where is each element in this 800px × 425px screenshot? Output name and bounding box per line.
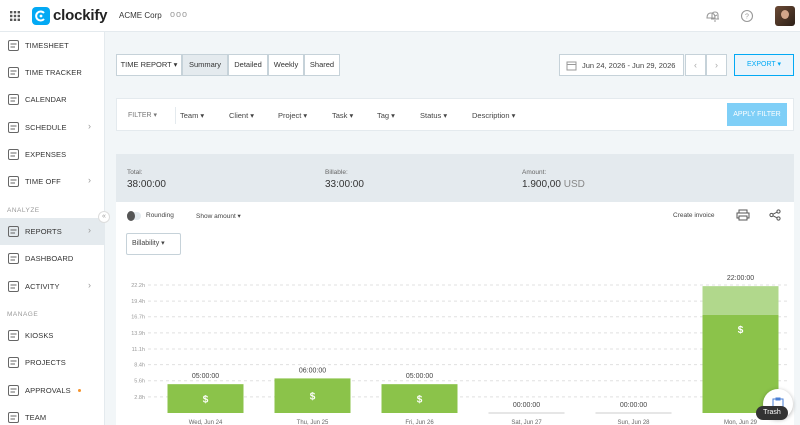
x-category-label: Thu, Jun 25 (297, 420, 329, 425)
y-tick-label: 22.2h (131, 283, 145, 289)
bar-value-label: 06:00:00 (299, 367, 326, 374)
dollar-icon: $ (310, 392, 316, 403)
bar-value-label: 22:00:00 (727, 275, 754, 282)
bar-non-billable[interactable] (702, 286, 779, 315)
y-tick-label: 19.4h (131, 299, 145, 305)
x-category-label: Sat, Jun 27 (511, 420, 542, 425)
y-tick-label: 16.7h (131, 315, 145, 321)
x-category-label: Sun, Jun 28 (617, 420, 650, 425)
x-category-label: Wed, Jun 24 (189, 420, 223, 425)
collapse-sidebar-icon[interactable]: « (98, 211, 110, 223)
y-tick-label: 11.1h (132, 347, 145, 353)
y-tick-label: 5.6h (134, 379, 145, 385)
dollar-icon: $ (417, 395, 423, 406)
bar-value-label: 00:00:00 (620, 402, 647, 409)
dollar-icon: $ (738, 325, 744, 336)
x-category-label: Fri, Jun 26 (405, 420, 434, 425)
bar-value-label: 05:00:00 (192, 373, 219, 380)
dollar-icon: $ (203, 395, 209, 406)
y-tick-label: 13.9h (131, 331, 145, 337)
bar-chart: 2.8h 5.6h 8.4h 11.1h 13.9h 16.7h 19.4h 22.2h $05… (131, 275, 790, 425)
y-tick-label: 8.4h (134, 363, 145, 369)
bar-value-label: 05:00:00 (406, 373, 433, 380)
x-category-label: Mon, Jun 29 (724, 420, 758, 425)
y-tick-label: 2.8h (134, 395, 145, 401)
trash-tooltip: Trash (756, 406, 788, 420)
bar-value-label: 00:00:00 (513, 402, 540, 409)
